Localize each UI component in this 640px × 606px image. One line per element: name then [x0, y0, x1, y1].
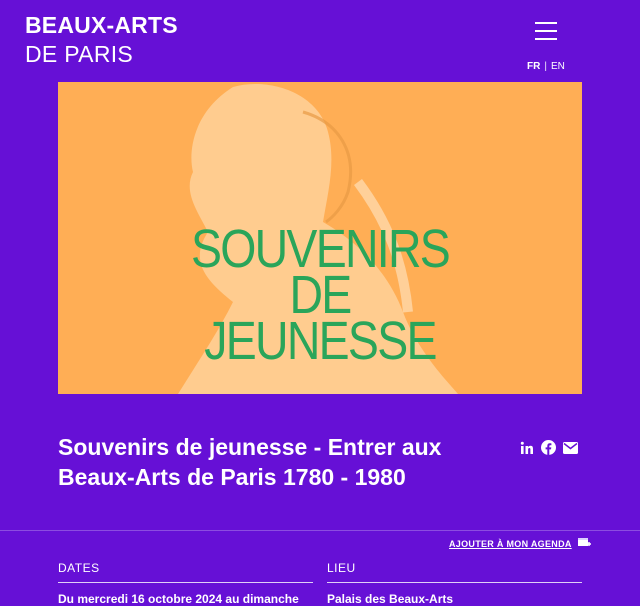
lang-separator: |: [544, 61, 547, 72]
logo-line-2: DE PARIS: [25, 41, 134, 67]
calendar-add-icon: [577, 537, 591, 550]
language-switcher: FR | EN: [527, 61, 565, 72]
location-divider: [327, 582, 582, 583]
hero-title: SOUVENIRS DE JEUNESSE: [95, 222, 546, 371]
share-bar: [519, 440, 578, 455]
dates-value: Du mercredi 16 octobre 2024 au dimanche: [58, 592, 299, 606]
section-divider: [0, 530, 640, 531]
facebook-icon[interactable]: [541, 440, 556, 455]
hamburger-menu-icon[interactable]: [535, 22, 557, 42]
add-to-agenda-label: AJOUTER À MON AGENDA: [449, 538, 572, 549]
dates-divider: [58, 582, 313, 583]
site-logo[interactable]: BEAUX-ARTS DE PARIS: [25, 14, 178, 66]
hero-image: SOUVENIRS DE JEUNESSE: [58, 82, 582, 394]
dates-label: DATES: [58, 561, 100, 575]
location-label: LIEU: [327, 561, 356, 575]
hero-title-line-3: JEUNESSE: [204, 311, 437, 371]
add-to-agenda-link[interactable]: AJOUTER À MON AGENDA: [449, 537, 591, 550]
lang-en-link[interactable]: EN: [551, 61, 565, 72]
email-icon[interactable]: [563, 440, 578, 455]
logo-line-1: BEAUX-ARTS: [25, 12, 178, 38]
linkedin-icon[interactable]: [519, 440, 534, 455]
location-value: Palais des Beaux-Arts: [327, 592, 454, 606]
lang-fr-link[interactable]: FR: [527, 61, 540, 72]
event-title: Souvenirs de jeunesse - Entrer aux Beaux…: [58, 434, 442, 490]
